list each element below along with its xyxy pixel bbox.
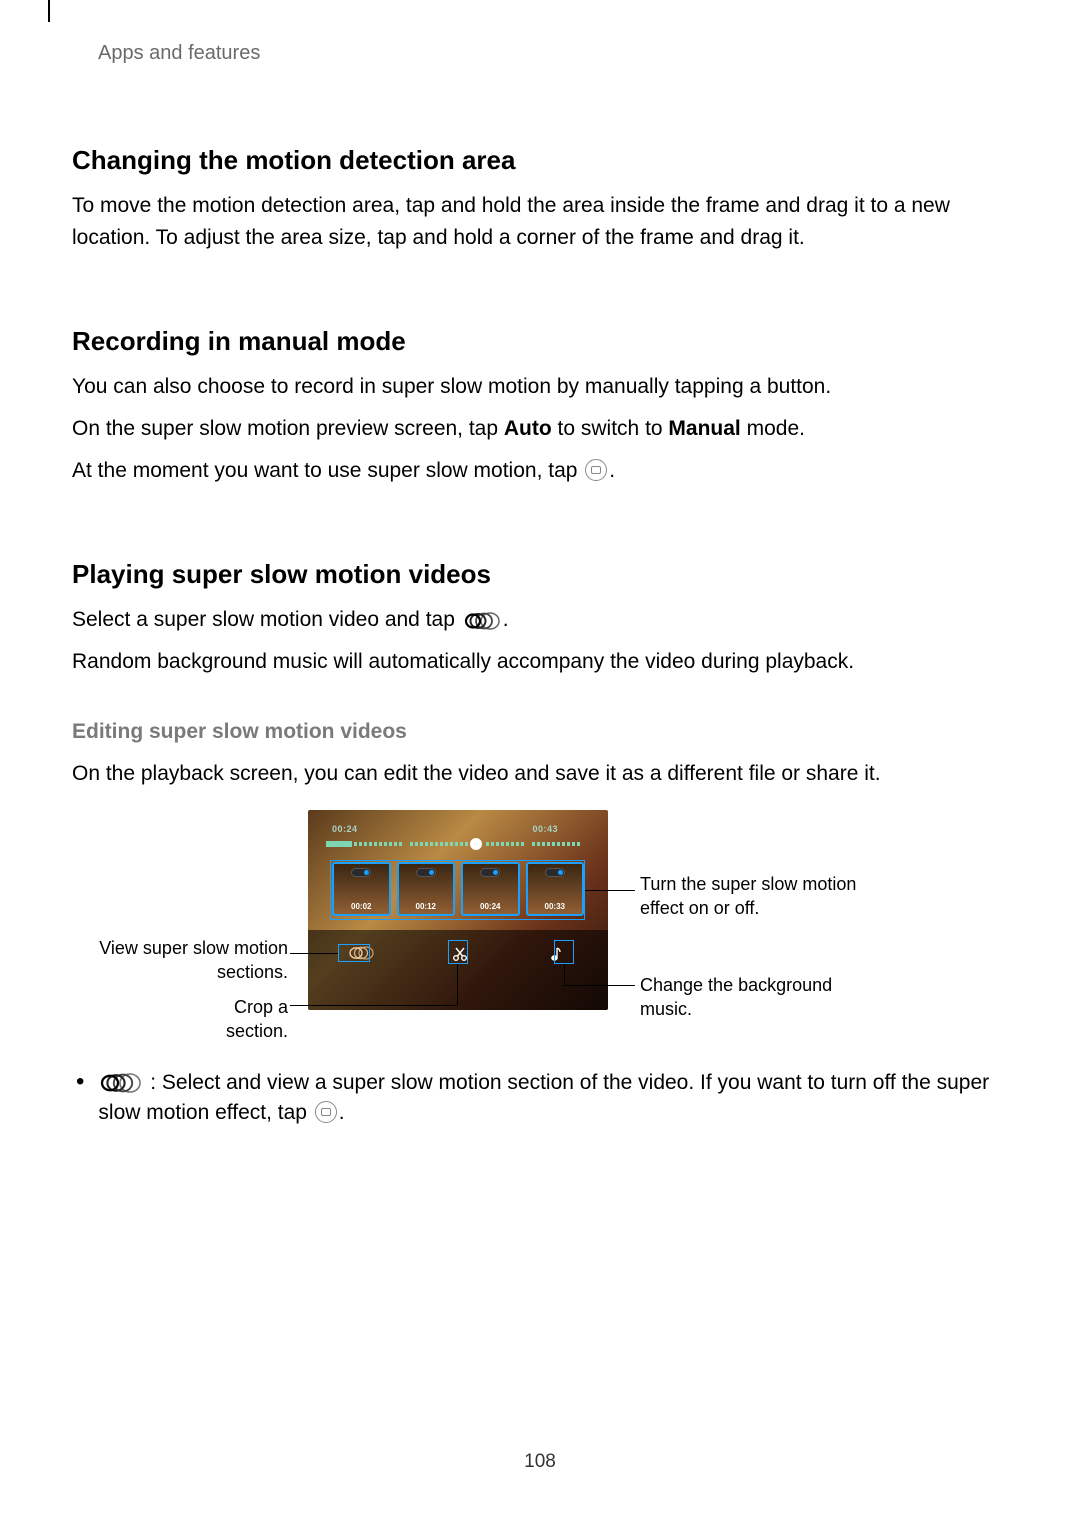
- callout-toggle: Turn the super slow motion effect on or …: [640, 872, 860, 920]
- scissors-icon: [452, 946, 468, 965]
- paragraph-play-2: Random background music will automatical…: [72, 646, 1008, 678]
- paragraph-motion-detection: To move the motion detection area, tap a…: [72, 190, 1008, 254]
- text-span: At the moment you want to use super slow…: [72, 459, 583, 482]
- thumb-time: 00:02: [351, 902, 371, 911]
- track-segment: [532, 842, 582, 846]
- label-auto: Auto: [504, 417, 552, 440]
- editor-bottom-toolbar: [308, 930, 608, 1010]
- callout-view-sections: View super slow motion sections.: [98, 936, 288, 984]
- slowmo-toggle-pill-icon: [545, 868, 565, 877]
- bullet-marker: •: [76, 1068, 84, 1096]
- subheading-editing: Editing super slow motion videos: [72, 720, 1008, 744]
- paragraph-manual-3: At the moment you want to use super slow…: [72, 455, 1008, 487]
- section-thumb: 00:02: [332, 862, 391, 916]
- callout-line: [457, 964, 458, 1005]
- timeline-start-label: 00:24: [332, 824, 358, 834]
- paragraph-play-1: Select a super slow motion video and tap…: [72, 604, 1008, 636]
- text-span: On the super slow motion preview screen,…: [72, 417, 504, 440]
- page-number: 108: [0, 1451, 1080, 1473]
- bullet-item: • : Select and view a super slow motion …: [76, 1068, 1008, 1128]
- music-note-icon: [548, 946, 562, 965]
- section-thumb: 00:24: [461, 862, 520, 916]
- callout-line: [564, 964, 565, 985]
- slowmo-toggle-pill-icon: [351, 868, 371, 877]
- slowmo-toggle-pill-icon: [480, 868, 500, 877]
- text-span: to switch to: [552, 417, 669, 440]
- text-span: .: [503, 608, 509, 631]
- thumb-time: 00:12: [416, 902, 436, 911]
- track-segment: [486, 842, 526, 846]
- heading-manual-mode: Recording in manual mode: [72, 326, 1008, 357]
- track-segment: [326, 841, 352, 847]
- timeline-end-label: 00:43: [532, 824, 558, 834]
- text-span: Select a super slow motion video and tap: [72, 608, 461, 631]
- paragraph-edit: On the playback screen, you can edit the…: [72, 758, 1008, 790]
- super-slow-motion-section-icon: [100, 1073, 142, 1093]
- track-segment: [354, 842, 404, 846]
- callout-line: [585, 890, 635, 891]
- editing-ui-figure: 00:24 00:43 00:02 00:12 00:24 00:33: [72, 810, 1008, 1040]
- heading-motion-detection: Changing the motion detection area: [72, 145, 1008, 176]
- text-span: .: [339, 1101, 345, 1124]
- callout-line: [290, 953, 338, 954]
- header-section-label: Apps and features: [98, 42, 1008, 65]
- editor-screenshot: 00:24 00:43 00:02 00:12 00:24 00:33: [308, 810, 608, 1010]
- bullet-list: • : Select and view a super slow motion …: [72, 1068, 1008, 1128]
- callout-music: Change the background music.: [640, 973, 870, 1021]
- thumb-time: 00:24: [480, 902, 500, 911]
- callout-line: [564, 985, 635, 986]
- super-slow-motion-play-icon: [463, 612, 501, 630]
- slow-motion-toggle-icon: [315, 1101, 337, 1123]
- view-sections-icon: [348, 946, 374, 963]
- callout-crop: Crop a section.: [168, 995, 288, 1043]
- slow-motion-button-icon: [585, 459, 607, 481]
- timeline-track: [326, 838, 590, 850]
- text-span: mode.: [741, 417, 805, 440]
- crop-mark: [48, 0, 50, 22]
- bullet-body: : Select and view a super slow motion se…: [98, 1068, 1008, 1128]
- slowmo-toggle-pill-icon: [416, 868, 436, 877]
- text-span: : Select and view a super slow motion se…: [98, 1071, 989, 1124]
- label-manual: Manual: [668, 417, 740, 440]
- paragraph-manual-1: You can also choose to record in super s…: [72, 371, 1008, 403]
- heading-playing: Playing super slow motion videos: [72, 559, 1008, 590]
- section-thumb: 00:33: [526, 862, 585, 916]
- paragraph-manual-2: On the super slow motion preview screen,…: [72, 413, 1008, 445]
- thumb-time: 00:33: [545, 902, 565, 911]
- track-segment: [410, 842, 468, 846]
- text-span: .: [609, 459, 615, 482]
- callout-line: [290, 1005, 457, 1006]
- playhead-icon: [470, 838, 482, 850]
- section-thumb: 00:12: [397, 862, 456, 916]
- section-thumbnails: 00:02 00:12 00:24 00:33: [332, 862, 584, 916]
